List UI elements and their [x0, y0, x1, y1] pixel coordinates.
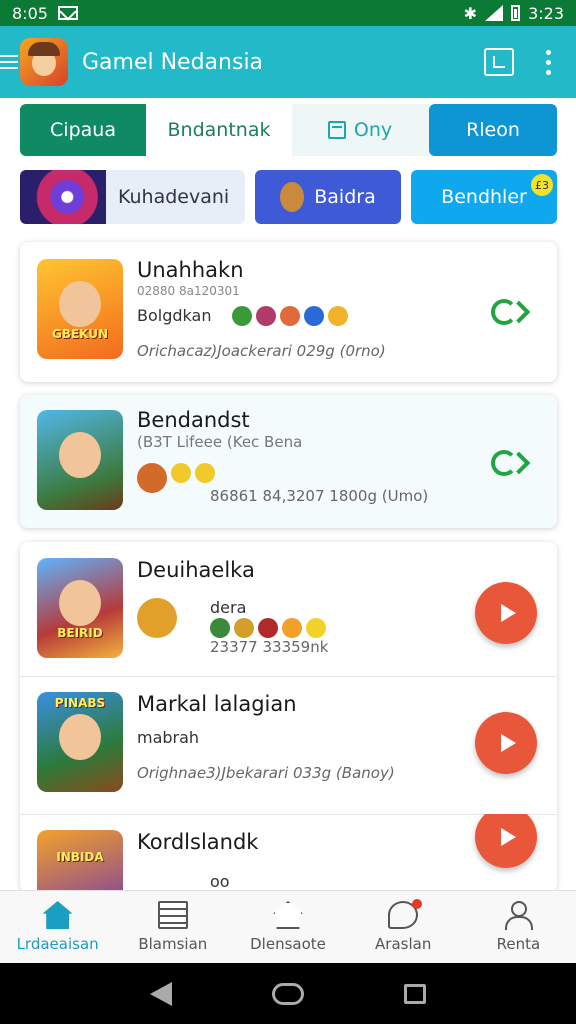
game-thumbnail: GBEKUN — [37, 259, 123, 359]
game-subtitle: oo — [210, 872, 230, 891]
category-chips: Kuhadevani Baidra Bendhler £3 — [20, 170, 557, 224]
list-item[interactable]: PINABS Markal lalagian mabrah Orighnae3)… — [20, 676, 557, 810]
tab-3[interactable]: Ony — [292, 104, 428, 156]
signal-icon — [485, 5, 504, 21]
emoji-icons — [210, 618, 326, 638]
window-icon[interactable] — [484, 48, 514, 76]
nav-item-home[interactable]: Lrdaeaisan — [0, 891, 115, 963]
more-options-icon[interactable] — [546, 49, 552, 75]
category-thumbnail — [20, 170, 106, 224]
character-icon — [280, 182, 305, 212]
bluetooth-icon: ✱ — [463, 3, 478, 23]
status-clock: 3:23 — [528, 3, 564, 23]
game-meta: 86861 84,3207 1800g (Umo) — [210, 487, 429, 505]
chip-label: Kuhadevani — [118, 186, 230, 208]
nav-label: Lrdaeaisan — [16, 935, 99, 953]
status-bar: 8:05 ✱ 3:23 — [0, 0, 576, 26]
game-subtitle: 02880 8a120301 — [137, 284, 240, 298]
game-title: Deuihaelka — [137, 558, 255, 582]
mail-notification-icon — [57, 6, 78, 20]
home-button-icon[interactable] — [272, 982, 304, 1005]
category-chip-1[interactable]: Kuhadevani — [20, 170, 245, 224]
app-bar: Gamel Nedansia — [0, 26, 576, 98]
nav-item-chat[interactable]: Araslan — [346, 891, 461, 963]
nav-item-list[interactable]: Blamsian — [115, 891, 230, 963]
category-chip-3[interactable]: Bendhler £3 — [411, 170, 557, 224]
chip-label: Bendhler — [441, 186, 527, 208]
game-title: Kordlslandk — [137, 830, 259, 854]
tab-3-label: Ony — [353, 119, 393, 141]
house-icon — [273, 901, 303, 929]
tab-2[interactable]: Bndantnak — [146, 104, 292, 156]
tab-4[interactable]: Rleon — [429, 104, 557, 156]
nav-label: Dlensaote — [250, 935, 326, 953]
game-thumbnail: INBIDA — [37, 830, 123, 892]
battery-icon — [511, 5, 521, 21]
game-meta: Orichacaz)Joackerari 029g (0rno) — [137, 342, 386, 360]
app-logo — [20, 38, 68, 86]
game-title: Markal lalagian — [137, 692, 297, 716]
play-button[interactable] — [475, 582, 537, 644]
category-chip-2[interactable]: Baidra — [255, 170, 401, 224]
app-title: Gamel Nedansia — [82, 49, 264, 75]
notification-dot — [412, 899, 423, 909]
menu-icon[interactable] — [0, 55, 18, 69]
user-icon — [503, 901, 534, 930]
game-subtitle: (B3T Lifeee (Kec Bena — [137, 433, 303, 451]
nav-label: Araslan — [375, 935, 432, 953]
nav-label: Blamsian — [138, 935, 208, 953]
nav-item-house[interactable]: Dlensaote — [230, 891, 345, 963]
game-subtitle: mabrah — [137, 728, 200, 747]
bottom-navigation: Lrdaeaisan Blamsian Dlensaote Araslan Re… — [0, 890, 576, 963]
game-title: Bendandst — [137, 408, 250, 432]
open-arrow-icon[interactable] — [491, 297, 533, 329]
game-thumbnail: PINABS — [37, 692, 123, 792]
emoji-icons — [232, 306, 348, 326]
back-icon[interactable] — [150, 981, 172, 1006]
chip-label: Baidra — [314, 186, 376, 208]
recents-icon[interactable] — [404, 983, 426, 1004]
list-item[interactable]: BEIRID Deuihaelka dera 23377 33359nk — [20, 542, 557, 676]
status-time: 8:05 — [12, 3, 48, 23]
game-card[interactable]: Bendandst (B3T Lifeee (Kec Bena 86861 84… — [20, 395, 557, 528]
nav-item-profile[interactable]: Renta — [461, 891, 576, 963]
tab-1[interactable]: Cipaua — [20, 104, 146, 156]
play-button[interactable] — [475, 712, 537, 774]
game-thumbnail: BEIRID — [37, 558, 123, 658]
list-item[interactable]: INBIDA Kordlslandk oo — [20, 814, 557, 892]
system-navigation-bar — [0, 963, 576, 1024]
game-meta: 23377 33359nk — [210, 638, 329, 656]
home-icon — [42, 901, 73, 929]
game-title: Unahhakn — [137, 258, 244, 282]
game-list-card: BEIRID Deuihaelka dera 23377 33359nk PIN… — [20, 542, 557, 892]
game-subtitle: dera — [210, 598, 247, 617]
game-thumbnail — [37, 410, 123, 510]
chat-icon — [388, 899, 423, 929]
open-arrow-icon[interactable] — [491, 448, 533, 480]
emoji-icons — [137, 598, 177, 638]
game-card[interactable]: GBEKUN Unahhakn 02880 8a120301 Bolgdkan … — [20, 242, 557, 382]
chip-badge: £3 — [531, 174, 553, 196]
play-button[interactable] — [475, 814, 537, 868]
game-developer: Bolgdkan — [137, 306, 212, 325]
list-icon — [157, 901, 188, 929]
calendar-icon — [327, 121, 346, 139]
filter-tabs: Cipaua Bndantnak Ony Rleon — [20, 104, 557, 156]
nav-label: Renta — [496, 935, 541, 953]
game-meta: Orighnae3)Jbekarari 033g (Banoy) — [137, 764, 395, 782]
emoji-icons — [137, 463, 215, 493]
